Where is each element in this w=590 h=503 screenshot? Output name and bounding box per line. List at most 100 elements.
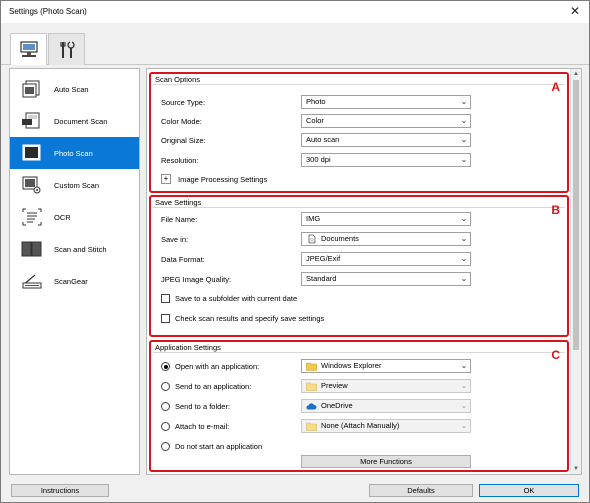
- cloud-icon: [306, 401, 317, 411]
- send-folder-value: OneDrive: [321, 401, 353, 410]
- sidebar-item-auto-scan[interactable]: Auto Scan: [10, 73, 139, 105]
- source-type-dropdown[interactable]: Photo ⌄: [301, 95, 471, 109]
- scroll-up-icon[interactable]: ▲: [571, 69, 581, 79]
- folder-icon: [306, 421, 317, 431]
- save-in-dropdown[interactable]: Documents ⌄: [301, 232, 471, 246]
- photo-scan-icon: [21, 143, 43, 163]
- sidebar-item-scangear[interactable]: ScanGear: [10, 265, 139, 297]
- subfolder-label: Save to a subfolder with current date: [175, 294, 298, 303]
- auto-scan-icon: [21, 79, 43, 99]
- data-format-label: Data Format:: [161, 255, 205, 264]
- sidebar-item-ocr[interactable]: OCR: [10, 201, 139, 233]
- sidebar-item-custom-scan[interactable]: Custom Scan: [10, 169, 139, 201]
- send-folder-dropdown[interactable]: OneDrive ⌄: [301, 399, 471, 413]
- chevron-down-icon: ⌄: [460, 254, 468, 263]
- data-format-dropdown[interactable]: JPEG/Exif ⌄: [301, 252, 471, 266]
- callout-letter-a: A: [551, 80, 560, 94]
- no-app-radio[interactable]: [161, 442, 170, 451]
- documents-icon: [306, 234, 317, 244]
- send-folder-radio[interactable]: [161, 402, 170, 411]
- resolution-dropdown[interactable]: 300 dpi ⌄: [301, 153, 471, 167]
- chevron-down-icon: ⌄: [460, 421, 468, 430]
- computer-icon: [19, 41, 38, 57]
- data-format-value: JPEG/Exif: [306, 254, 341, 263]
- document-scan-icon: [21, 111, 43, 131]
- scan-and-stitch-icon: [21, 239, 43, 259]
- send-app-label: Send to an application:: [175, 382, 252, 391]
- chevron-down-icon: ⌄: [460, 401, 468, 410]
- open-app-radio[interactable]: [161, 362, 170, 371]
- source-type-value: Photo: [306, 97, 326, 106]
- send-app-dropdown[interactable]: Preview ⌄: [301, 379, 471, 393]
- button-bar: Instructions Defaults OK: [1, 479, 589, 502]
- scan-options-title: Scan Options: [155, 75, 201, 84]
- original-size-value: Auto scan: [306, 135, 340, 144]
- group-divider: [153, 84, 565, 85]
- no-app-label: Do not start an application: [175, 442, 263, 451]
- sidebar-item-label: Custom Scan: [54, 180, 100, 190]
- folder-icon: [306, 381, 317, 391]
- custom-scan-icon: [21, 175, 43, 195]
- settings-panel: Scan Options A Source Type: Photo ⌄ Colo…: [146, 68, 582, 475]
- close-icon[interactable]: ✕: [570, 1, 580, 22]
- attach-email-dropdown[interactable]: None (Attach Manually) ⌄: [301, 419, 471, 433]
- chevron-down-icon: ⌄: [460, 214, 468, 223]
- chevron-down-icon: ⌄: [460, 155, 468, 164]
- sidebar-item-label: Document Scan: [54, 116, 108, 126]
- send-app-radio[interactable]: [161, 382, 170, 391]
- vertical-scrollbar[interactable]: ▲ ▼: [570, 69, 581, 474]
- jpeg-quality-value: Standard: [306, 274, 337, 283]
- sidebar-item-label: OCR: [54, 212, 71, 222]
- color-mode-value: Color: [306, 116, 324, 125]
- application-settings-title: Application Settings: [155, 343, 221, 352]
- sidebar-item-photo-scan[interactable]: Photo Scan: [10, 137, 139, 169]
- attach-email-radio[interactable]: [161, 422, 170, 431]
- sidebar-item-scan-and-stitch[interactable]: Scan and Stitch: [10, 233, 139, 265]
- sidebar-item-label: Scan and Stitch: [54, 244, 107, 254]
- chevron-down-icon: ⌄: [460, 116, 468, 125]
- jpeg-quality-dropdown[interactable]: Standard ⌄: [301, 272, 471, 286]
- title-bar: Settings (Photo Scan) ✕: [1, 1, 589, 23]
- save-settings-title: Save Settings: [155, 198, 202, 207]
- color-mode-dropdown[interactable]: Color ⌄: [301, 114, 471, 128]
- more-functions-button[interactable]: More Functions: [301, 455, 471, 468]
- subfolder-checkbox[interactable]: [161, 294, 170, 303]
- group-divider: [153, 207, 565, 208]
- scan-mode-list: Auto Scan Document Scan Photo Scan Custo…: [9, 68, 140, 475]
- resolution-value: 300 dpi: [306, 155, 331, 164]
- color-mode-label: Color Mode:: [161, 117, 202, 126]
- file-name-combobox[interactable]: IMG ⌄: [301, 212, 471, 226]
- chevron-down-icon: ⌄: [460, 234, 468, 243]
- save-settings-group: Save Settings B File Name: IMG ⌄ Save in…: [149, 195, 569, 337]
- open-app-dropdown[interactable]: Windows Explorer ⌄: [301, 359, 471, 373]
- defaults-button[interactable]: Defaults: [369, 484, 473, 497]
- expand-image-processing-button[interactable]: +: [161, 174, 171, 184]
- scroll-thumb[interactable]: [573, 80, 579, 350]
- callout-letter-b: B: [551, 203, 560, 217]
- settings-window: Settings (Photo Scan) ✕ Auto Scan Docume…: [0, 0, 590, 503]
- settings-body: Auto Scan Document Scan Photo Scan Custo…: [1, 65, 589, 479]
- scroll-down-icon[interactable]: ▼: [571, 464, 581, 474]
- group-divider: [153, 352, 565, 353]
- instructions-button[interactable]: Instructions: [11, 484, 109, 497]
- sidebar-item-label: ScanGear: [54, 276, 88, 286]
- chevron-down-icon: ⌄: [460, 361, 468, 370]
- file-name-value: IMG: [306, 214, 321, 223]
- open-app-label: Open with an application:: [175, 362, 260, 371]
- chevron-down-icon: ⌄: [460, 97, 468, 106]
- sidebar-item-document-scan[interactable]: Document Scan: [10, 105, 139, 137]
- tools-tab[interactable]: [48, 33, 85, 65]
- folder-icon: [306, 361, 317, 371]
- jpeg-quality-label: JPEG Image Quality:: [161, 275, 232, 284]
- check-results-checkbox[interactable]: [161, 314, 170, 323]
- original-size-label: Original Size:: [161, 136, 206, 145]
- original-size-dropdown[interactable]: Auto scan ⌄: [301, 133, 471, 147]
- computer-tab[interactable]: [10, 33, 47, 66]
- ok-button[interactable]: OK: [479, 484, 579, 497]
- scan-options-group: Scan Options A Source Type: Photo ⌄ Colo…: [149, 72, 569, 193]
- chevron-down-icon: ⌄: [460, 381, 468, 390]
- sidebar-item-label: Photo Scan: [54, 148, 93, 158]
- source-type-label: Source Type:: [161, 98, 206, 107]
- sidebar-item-label: Auto Scan: [54, 84, 89, 94]
- scangear-icon: [21, 271, 43, 291]
